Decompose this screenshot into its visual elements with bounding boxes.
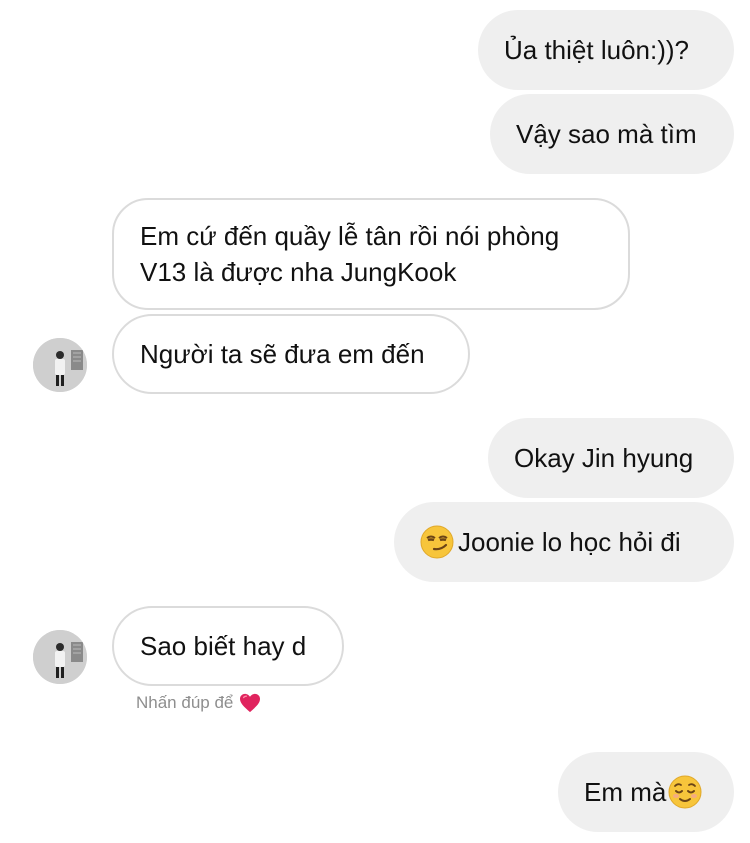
- received-message[interactable]: Em cứ đến quầy lễ tân rồi nói phòng V13 …: [112, 198, 630, 310]
- heart-icon: [240, 693, 261, 713]
- message-text: Em mà: [584, 777, 667, 807]
- sent-message[interactable]: Ủa thiệt luôn:))?: [478, 10, 734, 90]
- avatar[interactable]: [33, 338, 87, 392]
- relieved-face-icon: [668, 775, 702, 809]
- double-tap-like-hint[interactable]: Nhấn đúp để: [136, 693, 261, 713]
- sent-message[interactable]: Vậy sao mà tìm: [490, 94, 734, 174]
- received-message[interactable]: Sao biết hay d: [112, 606, 344, 686]
- hint-text: Nhấn đúp để: [136, 693, 234, 712]
- sent-message[interactable]: Okay Jin hyung: [488, 418, 734, 498]
- message-text: Ủa thiệt luôn:))?: [504, 35, 689, 65]
- sent-message[interactable]: Joonie lo học hỏi đi: [394, 502, 734, 582]
- message-text: Vậy sao mà tìm: [516, 119, 697, 149]
- message-text: Em cứ đến quầy lễ tân rồi nói phòng V13 …: [140, 221, 560, 287]
- avatar[interactable]: [33, 630, 87, 684]
- message-text: Người ta sẽ đưa em đến: [140, 339, 425, 369]
- message-text: Okay Jin hyung: [514, 443, 694, 473]
- message-text: Joonie lo học hỏi đi: [458, 527, 681, 557]
- profile-photo-icon: [33, 338, 87, 392]
- received-message[interactable]: Người ta sẽ đưa em đến: [112, 314, 470, 394]
- smirking-face-icon: [420, 525, 454, 559]
- message-text: Sao biết hay d: [140, 631, 307, 661]
- sent-message[interactable]: Em mà: [558, 752, 734, 832]
- profile-photo-icon: [33, 630, 87, 684]
